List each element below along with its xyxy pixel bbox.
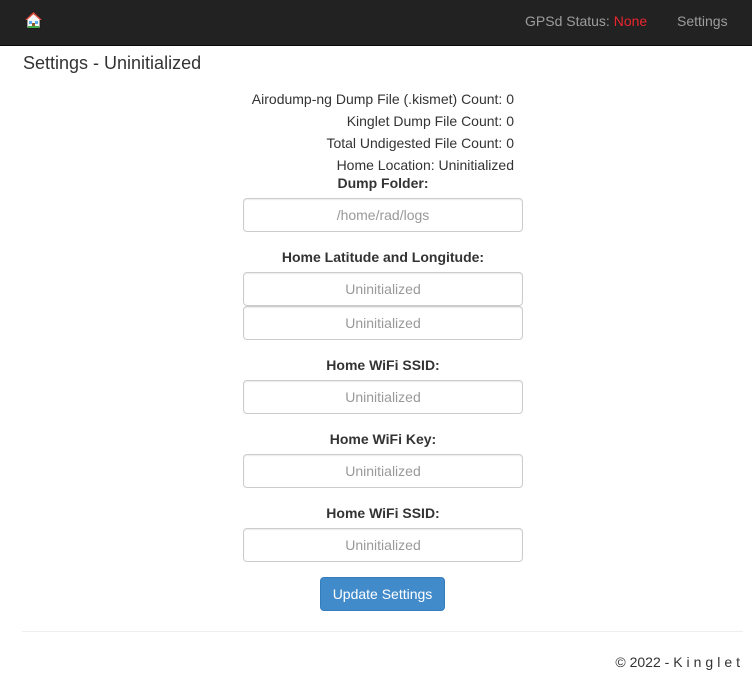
- home-location: Home Location: Uninitialized: [336, 157, 514, 173]
- wifi-ssid-label-2: Home WiFi SSID:: [326, 505, 440, 521]
- airodump-count: Airodump-ng Dump File (.kismet) Count: 0: [251, 91, 514, 107]
- file-stats: Airodump-ng Dump File (.kismet) Count: 0…: [252, 88, 514, 176]
- wifi-ssid-label: Home WiFi SSID:: [326, 357, 440, 373]
- wifi-ssid-input[interactable]: [243, 380, 523, 414]
- home-icon[interactable]: [23, 11, 44, 30]
- update-settings-button[interactable]: Update Settings: [320, 577, 445, 611]
- footer-divider: [22, 631, 743, 632]
- dump-folder-input[interactable]: [243, 198, 523, 232]
- footer: © 2022 - Kinglet: [615, 654, 744, 670]
- footer-brand: Kinglet: [673, 654, 744, 670]
- home-longitude-input[interactable]: [243, 306, 523, 340]
- wifi-ssid-input-2[interactable]: [243, 528, 523, 562]
- gps-status: GPSd Status: None: [525, 13, 647, 29]
- gps-status-value: None: [613, 13, 648, 29]
- home-latlon-label: Home Latitude and Longitude:: [281, 249, 485, 265]
- nav-settings-link[interactable]: Settings: [677, 13, 728, 29]
- home-latitude-input[interactable]: [243, 272, 523, 306]
- kinglet-count: Kinglet Dump File Count: 0: [346, 113, 514, 129]
- dump-folder-label: Dump Folder:: [337, 175, 429, 191]
- wifi-key-input[interactable]: [243, 454, 523, 488]
- footer-copyright: © 2022 -: [615, 654, 674, 670]
- wifi-key-label: Home WiFi Key:: [329, 431, 437, 447]
- undigested-count: Total Undigested File Count: 0: [326, 135, 514, 151]
- gps-status-label: GPSd Status:: [525, 13, 610, 29]
- top-navbar: GPSd Status: None Settings: [0, 0, 752, 46]
- page-title: Settings - Uninitialized: [23, 53, 202, 73]
